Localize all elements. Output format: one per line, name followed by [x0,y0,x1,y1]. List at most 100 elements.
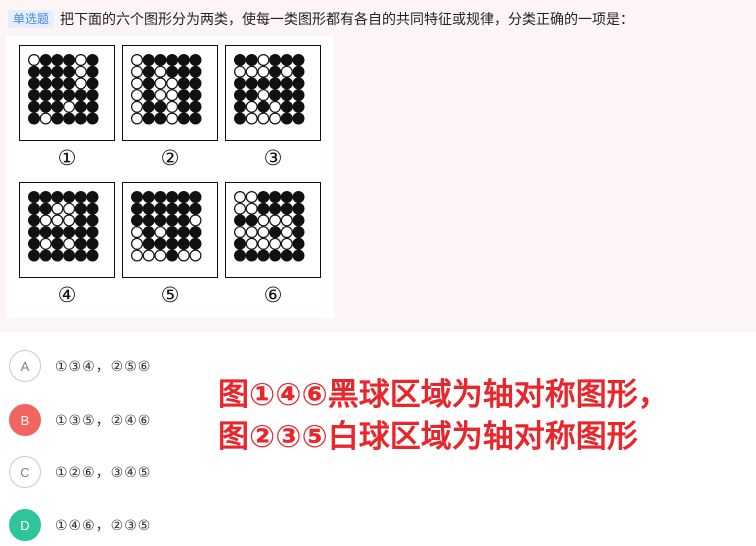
option-b[interactable]: B ①③⑤，②④⑥ [9,404,151,436]
black-ball [74,214,87,227]
black-ball [166,65,179,78]
black-ball [142,112,155,125]
black-ball [234,77,247,90]
black-ball [74,249,87,262]
white-ball [257,226,270,239]
black-ball [189,65,202,78]
option-c[interactable]: C ①②⑥，③④⑤ [9,456,151,488]
black-ball [189,226,202,239]
figure-3 [225,45,321,141]
black-ball [269,65,282,78]
white-ball [280,214,293,227]
white-ball [154,77,167,90]
white-ball [51,214,64,227]
black-ball [51,226,64,239]
white-ball [257,237,270,250]
white-ball [154,89,167,102]
black-ball [177,89,190,102]
option-b-circle[interactable]: B [9,404,41,436]
white-ball [234,65,247,78]
black-ball [86,191,99,204]
white-ball [177,249,190,262]
black-ball [39,65,52,78]
option-a-circle[interactable]: A [9,350,41,382]
white-ball [280,226,293,239]
figure-5-grid [131,191,202,262]
black-ball [177,65,190,78]
white-ball [154,249,167,262]
white-ball [74,54,87,67]
black-ball [28,65,41,78]
black-ball [234,237,247,250]
black-ball [51,77,64,90]
black-ball [292,112,305,125]
black-ball [269,89,282,102]
black-ball [257,249,270,262]
figure-6-grid [234,191,305,262]
black-ball [86,226,99,239]
white-ball [245,65,258,78]
black-ball [142,237,155,250]
white-ball [245,226,258,239]
figure-4-grid [28,191,99,262]
black-ball [28,191,41,204]
figure-1 [19,45,115,141]
black-ball [189,202,202,215]
black-ball [28,237,41,250]
white-ball [39,112,52,125]
black-ball [269,54,282,67]
black-ball [39,249,52,262]
black-ball [177,202,190,215]
black-ball [292,249,305,262]
black-ball [177,237,190,250]
black-ball [177,77,190,90]
black-ball [142,202,155,215]
option-d-circle[interactable]: D [9,509,41,541]
black-ball [86,77,99,90]
explanation-annotation: 图①④⑥黑球区域为轴对称图形， 图②③⑤白球区域为轴对称图形 [218,374,669,458]
white-ball [269,112,282,125]
black-ball [292,226,305,239]
black-ball [86,237,99,250]
black-ball [269,249,282,262]
white-ball [51,202,64,215]
white-ball [131,89,144,102]
black-ball [39,226,52,239]
figure-1-grid [28,54,99,125]
white-ball [189,214,202,227]
black-ball [51,191,64,204]
white-ball [245,237,258,250]
white-ball [245,100,258,113]
question-text: 把下面的六个图形分为两类，使每一类图形都有各自的共同特征或规律，分类正确的一项是… [60,12,635,28]
black-ball [74,191,87,204]
black-ball [292,202,305,215]
figure-2-label: ② [160,146,180,170]
annotation-line-2: 图②③⑤白球区域为轴对称图形 [218,419,638,455]
option-a[interactable]: A ①③④，②⑤⑥ [9,350,151,382]
option-c-circle[interactable]: C [9,456,41,488]
black-ball [280,191,293,204]
option-d[interactable]: D ①④⑥，②③⑤ [9,509,151,541]
black-ball [51,65,64,78]
black-ball [166,249,179,262]
black-ball [51,89,64,102]
figure-panel: ① ② ③ ④ ⑤ ⑥ [6,36,334,318]
figure-4-label: ④ [57,283,77,307]
figure-4 [19,182,115,278]
black-ball [63,65,76,78]
black-ball [51,100,64,113]
white-ball [269,100,282,113]
black-ball [269,226,282,239]
black-ball [142,89,155,102]
black-ball [86,112,99,125]
black-ball [269,202,282,215]
white-ball [63,202,76,215]
white-ball [234,226,247,239]
black-ball [166,237,179,250]
black-ball [28,89,41,102]
figure-6-label: ⑥ [263,283,283,307]
white-ball [131,226,144,239]
white-ball [257,89,270,102]
black-ball [292,89,305,102]
black-ball [166,54,179,67]
